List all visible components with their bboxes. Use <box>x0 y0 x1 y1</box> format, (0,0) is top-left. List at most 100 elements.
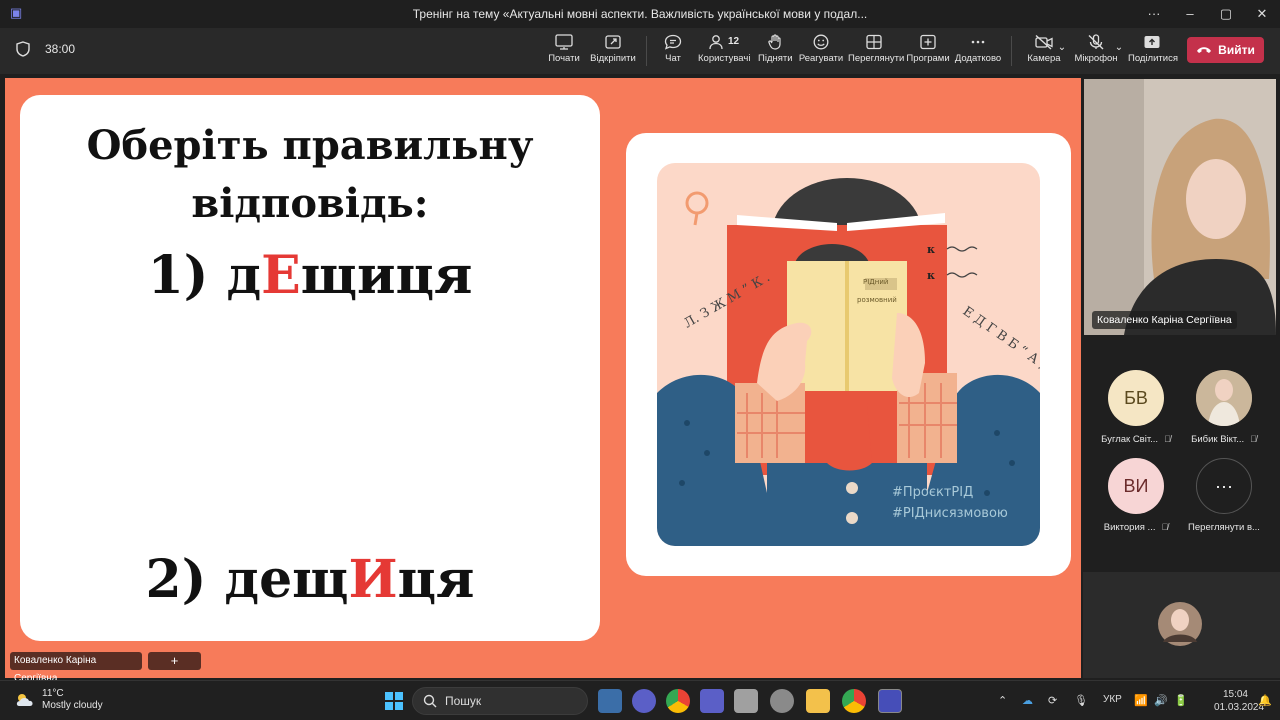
volume-icon[interactable]: 🔊 <box>1154 694 1168 707</box>
maximize-button[interactable]: ▢ <box>1208 4 1244 24</box>
mic-label: Мікрофон <box>1074 53 1118 64</box>
shared-screen: Оберіть правильну відповідь: 1) дЕщиця 2… <box>5 78 1081 678</box>
toolbar-divider <box>1011 36 1012 66</box>
meet-chat-icon[interactable] <box>632 689 656 713</box>
view-all-participants-button[interactable]: ··· Переглянути в... <box>1180 458 1268 558</box>
mic-tray-icon[interactable]: 🎙 <box>1074 694 1088 707</box>
window-more-button[interactable]: ··· <box>1136 4 1172 24</box>
presenter-video-name: Коваленко Каріна Сергіївна <box>1092 311 1237 329</box>
task-view-icon[interactable] <box>598 689 622 713</box>
file-explorer-icon[interactable] <box>806 689 830 713</box>
clock-date: 01.03.2024 <box>1214 702 1265 713</box>
share-button[interactable]: Поділитися <box>1128 34 1178 70</box>
presenter-video[interactable] <box>1084 79 1276 335</box>
raise-hand-button[interactable]: Підняти <box>758 34 793 70</box>
slide-title-line2: відповідь: <box>191 180 429 227</box>
teams-icon[interactable] <box>700 689 724 713</box>
avatar: БВ <box>1108 370 1164 426</box>
minimize-button[interactable]: – <box>1172 4 1208 24</box>
camera-off-icon <box>1035 34 1053 50</box>
more-button[interactable]: Додатково <box>954 34 1002 70</box>
search-icon <box>423 694 437 708</box>
window-title: Тренінг на тему «Актуальні мовні аспекти… <box>412 7 868 21</box>
share-label: Поділитися <box>1128 53 1178 64</box>
language-indicator[interactable]: УКР <box>1103 694 1122 705</box>
option2-highlight: И <box>348 549 398 610</box>
meeting-toolbar: 38:00 Почати Відкріпити Чат 12 Користува… <box>0 28 1280 74</box>
close-button[interactable]: ✕ <box>1244 4 1280 24</box>
leave-button[interactable]: Вийти <box>1187 37 1264 63</box>
participant-count: 12 <box>728 36 740 47</box>
mic-options-chevron-icon[interactable]: ⌄ <box>1113 42 1125 78</box>
clock-time: 15:04 <box>1222 689 1248 700</box>
settings-gear-icon[interactable] <box>770 689 794 713</box>
people-label: Користувачі <box>698 53 751 64</box>
camera-options-chevron-icon[interactable]: ⌄ <box>1056 42 1068 78</box>
add-tag-button[interactable]: + <box>148 652 201 670</box>
chat-button[interactable]: Чат <box>658 34 688 70</box>
notifications-bell-icon[interactable]: 🔔 <box>1258 694 1272 707</box>
book-title-2: розмовний <box>857 296 897 304</box>
view-icon <box>866 34 882 50</box>
people-button[interactable]: 12 Користувачі <box>698 34 750 70</box>
title-bar: ▣ Тренінг на тему «Актуальні мовні аспек… <box>0 0 1280 28</box>
raise-hand-icon <box>768 34 781 50</box>
leave-label: Вийти <box>1218 43 1255 57</box>
wifi-icon[interactable]: 📶 <box>1134 694 1148 707</box>
book-title-1: РІДний <box>863 278 888 286</box>
chrome-icon[interactable] <box>666 689 690 713</box>
apps-label: Програми <box>906 53 950 64</box>
popout-icon <box>605 35 621 49</box>
shield-icon <box>16 41 30 57</box>
taskbar-search[interactable]: Пошук <box>412 687 588 715</box>
mic-off-icon: 🎙̸ <box>1250 434 1257 444</box>
search-placeholder: Пошук <box>445 694 482 708</box>
weather-temp: 11°C <box>42 688 64 699</box>
weather-widget[interactable]: 11°C Mostly cloudy <box>14 688 103 712</box>
more-icon <box>971 40 985 44</box>
more-label: Додатково <box>954 53 1002 64</box>
calculator-icon[interactable] <box>734 689 758 713</box>
teams-active-icon[interactable] <box>878 689 902 713</box>
poster-letter-k-2: к <box>927 269 935 282</box>
screen-record-icon <box>555 34 573 50</box>
windows-start-icon[interactable] <box>382 689 406 713</box>
onedrive-icon[interactable]: ☁ <box>1022 694 1033 707</box>
slide-title: Оберіть правильну відповідь: <box>20 117 600 233</box>
participant-tile[interactable]: БВ Буглак Світ... 🎙̸ <box>1092 370 1180 470</box>
chat-icon <box>664 34 682 50</box>
windows-taskbar: 11°C Mostly cloudy Пошук ⌃ ☁ ⟳ 🎙 УКР 📶 🔊… <box>0 680 1280 720</box>
avatar <box>1196 370 1252 426</box>
record-label: Почати <box>548 53 580 64</box>
view-all-label: Переглянути в... <box>1188 522 1260 533</box>
option1-highlight: Е <box>261 245 301 306</box>
battery-icon[interactable]: 🔋 <box>1174 694 1188 707</box>
chat-label: Чат <box>665 53 681 64</box>
toolbar-divider <box>646 36 647 66</box>
view-button[interactable]: Переглянути <box>848 34 904 70</box>
mic-button[interactable]: Мікрофон <box>1074 34 1118 70</box>
participant-tile[interactable]: ВИ Виктория ... 🎙̸ <box>1092 458 1180 558</box>
participant-name: Бибик Вікт... <box>1191 434 1245 445</box>
answer-option-1: 1) дЕщиця <box>20 245 600 306</box>
self-view-avatar <box>1158 602 1202 646</box>
record-button[interactable]: Почати <box>546 34 582 70</box>
apps-button[interactable]: Програми <box>906 34 950 70</box>
tray-overflow-chevron-icon[interactable]: ⌃ <box>998 694 1007 707</box>
presenter-name-tag: Коваленко Каріна Сергіївна <box>10 652 142 684</box>
slide-title-line1: Оберіть правильну <box>86 122 534 169</box>
sync-icon[interactable]: ⟳ <box>1048 694 1057 707</box>
react-label: Реагувати <box>798 53 844 64</box>
taskbar-clock[interactable]: 15:04 01.03.2024 <box>1214 688 1265 714</box>
participant-tile[interactable]: Бибик Вікт... 🎙̸ <box>1180 370 1268 470</box>
phone-hangup-icon <box>1197 47 1212 53</box>
emoji-icon <box>813 34 829 50</box>
chrome-alt-icon[interactable] <box>842 689 866 713</box>
apps-icon <box>920 34 936 50</box>
cloud-icon <box>16 694 33 706</box>
react-button[interactable]: Реагувати <box>798 34 844 70</box>
option1-suffix: щиця <box>300 245 473 306</box>
mic-off-icon: 🎙̸ <box>1161 522 1169 532</box>
popout-button[interactable]: Відкріпити <box>590 34 636 70</box>
self-view[interactable] <box>1083 572 1280 678</box>
